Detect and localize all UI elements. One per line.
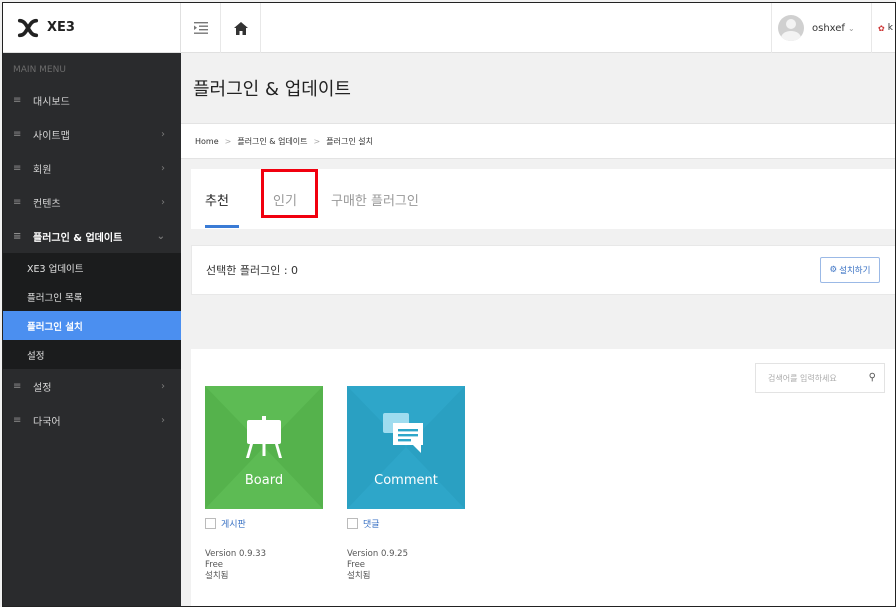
sidebar-item-label: 회원 <box>33 164 52 176</box>
breadcrumb-home[interactable]: Home <box>195 137 219 146</box>
plugin-status: 설치됨 <box>205 571 229 581</box>
main-content: 플러그인 & 업데이트 Home > 플러그인 & 업데이트 > 플러그인 설치… <box>181 53 895 606</box>
install-button[interactable]: ⚙ 설치하기 <box>820 257 880 283</box>
menu-icon: ≡ <box>13 128 22 140</box>
chevron-right-icon: › <box>161 380 165 392</box>
brand[interactable]: XE3 <box>3 3 181 53</box>
submenu-item-settings[interactable]: 설정 <box>3 340 181 369</box>
breadcrumb: Home > 플러그인 & 업데이트 > 플러그인 설치 <box>181 123 895 159</box>
indent-icon <box>193 22 208 34</box>
korea-flag-icon: ✿ <box>878 23 885 33</box>
highlight-annotation <box>261 169 318 218</box>
menu-icon: ≡ <box>13 196 22 208</box>
plugin-card-board[interactable]: Board 게시판 Version 0.9.33 Free 설치됨 <box>205 386 323 581</box>
xe-logo-icon <box>17 18 39 37</box>
menu-caption: MAIN MENU <box>13 65 66 75</box>
chat-bubble-icon <box>383 413 423 453</box>
plugin-thumbnail[interactable]: Comment <box>347 386 465 509</box>
submenu-item-plugin-list[interactable]: 플러그인 목록 <box>3 282 181 311</box>
breadcrumb-separator: > <box>224 136 232 146</box>
sidebar-item-languages[interactable]: ≡ 다국어 › <box>3 403 181 437</box>
search-input[interactable]: 검색어를 입력하세요 ⚲ <box>755 363 885 393</box>
plugin-card-comment[interactable]: Comment 댓글 Version 0.9.25 Free 설치됨 <box>347 386 465 581</box>
plugin-status: 설치됨 <box>347 571 371 581</box>
checkbox[interactable] <box>205 518 216 529</box>
plugin-name[interactable]: 게시판 <box>221 517 246 530</box>
sidebar-item-members[interactable]: ≡ 회원 › <box>3 151 181 185</box>
sidebar-item-plugins[interactable]: ≡ 플러그인 & 업데이트 ⌄ <box>3 219 181 253</box>
home-icon <box>233 21 248 35</box>
sidebar-item-label: 대시보드 <box>33 96 70 108</box>
page-title: 플러그인 & 업데이트 <box>181 53 895 123</box>
plugin-version: Version 0.9.25 <box>347 549 408 559</box>
sidebar-item-settings[interactable]: ≡ 설정 › <box>3 369 181 403</box>
search-placeholder: 검색어를 입력하세요 <box>768 373 837 383</box>
chevron-right-icon: › <box>161 196 165 208</box>
install-button-label: 설치하기 <box>839 266 871 276</box>
tab-purchased[interactable]: 구매한 플러그인 <box>331 169 419 229</box>
language-label: k <box>887 23 893 33</box>
plugin-version: Version 0.9.33 <box>205 549 266 559</box>
chevron-right-icon: › <box>161 128 165 140</box>
chevron-right-icon: › <box>161 414 165 426</box>
menu-icon: ≡ <box>13 230 22 242</box>
plugins-submenu: XE3 업데이트 플러그인 목록 플러그인 설치 설정 <box>3 253 181 369</box>
menu-icon: ≡ <box>13 162 22 174</box>
tab-recommended[interactable]: 추천 <box>205 169 229 229</box>
breadcrumb-plugins[interactable]: 플러그인 & 업데이트 <box>237 136 307 147</box>
plugin-price: Free <box>347 560 366 570</box>
app-window: XE3 MAIN MENU ≡ 대시보드 ≡ 사이트맵 › ≡ 회원 › ≡ 컨… <box>2 2 896 607</box>
top-bar: oshxef ⌄ ✿ k <box>181 3 895 53</box>
search-icon[interactable]: ⚲ <box>869 372 876 383</box>
sidebar-item-contents[interactable]: ≡ 컨텐츠 › <box>3 185 181 219</box>
user-menu[interactable]: oshxef ⌄ <box>771 3 871 53</box>
submenu-item-xe3-update[interactable]: XE3 업데이트 <box>3 253 181 282</box>
sidebar-item-label: 컨텐츠 <box>33 198 61 210</box>
selected-count: 선택한 플러그인 : 0 <box>206 264 299 277</box>
home-button[interactable] <box>221 3 261 53</box>
user-name: oshxef <box>812 22 845 34</box>
gear-icon: ⚙ <box>829 265 838 275</box>
language-selector[interactable]: ✿ k <box>871 3 895 53</box>
checkbox[interactable] <box>347 518 358 529</box>
plugin-title: Board <box>244 473 284 488</box>
plugin-thumbnail[interactable]: Board <box>205 386 323 509</box>
plugin-name[interactable]: 댓글 <box>363 517 380 530</box>
menu-icon: ≡ <box>13 94 22 106</box>
selection-panel: 선택한 플러그인 : 0 ⚙ 설치하기 <box>191 245 895 295</box>
avatar <box>778 15 804 41</box>
menu-icon: ≡ <box>13 380 22 392</box>
sidebar: XE3 MAIN MENU ≡ 대시보드 ≡ 사이트맵 › ≡ 회원 › ≡ 컨… <box>3 3 181 606</box>
chevron-down-icon: ⌄ <box>847 23 855 33</box>
sidebar-item-label: 사이트맵 <box>33 130 70 142</box>
sidebar-item-label: 설정 <box>33 382 52 394</box>
plugin-title: Comment <box>374 473 438 488</box>
sidebar-item-dashboard[interactable]: ≡ 대시보드 <box>3 83 181 117</box>
plugin-select[interactable]: 댓글 <box>347 517 380 530</box>
plugin-price: Free <box>205 560 224 570</box>
active-tab-indicator <box>205 225 239 228</box>
plugin-list-panel: 검색어를 입력하세요 ⚲ Board 게시판 Version 0.9.33 Fr… <box>191 349 895 606</box>
sidebar-item-label: 플러그인 & 업데이트 <box>33 232 123 244</box>
plugin-meta: Version 0.9.33 Free 설치됨 <box>205 549 266 582</box>
plugin-meta: Version 0.9.25 Free 설치됨 <box>347 549 408 582</box>
easel-icon <box>246 416 282 458</box>
chevron-right-icon: › <box>161 162 165 174</box>
chevron-down-icon: ⌄ <box>156 230 165 242</box>
sidebar-item-sitemap[interactable]: ≡ 사이트맵 › <box>3 117 181 151</box>
breadcrumb-current: 플러그인 설치 <box>326 136 373 146</box>
submenu-item-plugin-install[interactable]: 플러그인 설치 <box>3 311 181 340</box>
brand-name: XE3 <box>47 20 75 35</box>
plugin-select[interactable]: 게시판 <box>205 517 246 530</box>
tab-bar: 추천 인기 구매한 플러그인 <box>191 169 895 229</box>
sidebar-toggle-button[interactable] <box>181 3 221 53</box>
sidebar-item-label: 다국어 <box>33 416 61 428</box>
breadcrumb-separator: > <box>313 136 321 146</box>
menu-icon: ≡ <box>13 414 22 426</box>
